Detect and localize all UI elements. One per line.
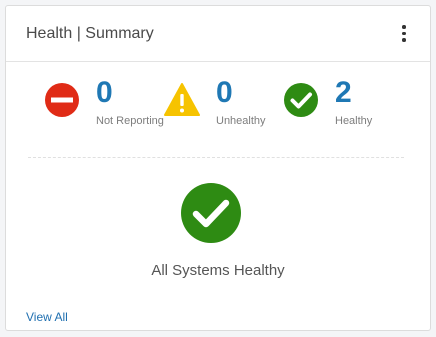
warning-triangle-icon [164, 83, 200, 116]
health-summary-card: Health | Summary 0 Not Reporting 0 Unhea… [5, 5, 431, 331]
view-all-link[interactable]: View All [26, 310, 68, 324]
divider [28, 157, 404, 158]
unhealthy-label: Unhealthy [216, 115, 266, 127]
kebab-menu-icon[interactable] [392, 22, 416, 46]
not-reporting-count: 0 [96, 76, 113, 109]
check-circle-icon [181, 183, 241, 243]
unhealthy-count: 0 [216, 76, 233, 109]
card-title: Health | Summary [26, 24, 154, 42]
not-reporting-label: Not Reporting [96, 115, 164, 127]
card-header: Health | Summary [6, 6, 430, 62]
healthy-label: Healthy [335, 115, 373, 127]
check-circle-icon [284, 83, 318, 117]
no-entry-icon [45, 83, 79, 117]
summary-status-text: All Systems Healthy [151, 262, 285, 279]
healthy-count: 2 [335, 76, 352, 109]
status-stats: 0 Not Reporting 0 Unhealthy 2 Healthy [44, 76, 410, 158]
